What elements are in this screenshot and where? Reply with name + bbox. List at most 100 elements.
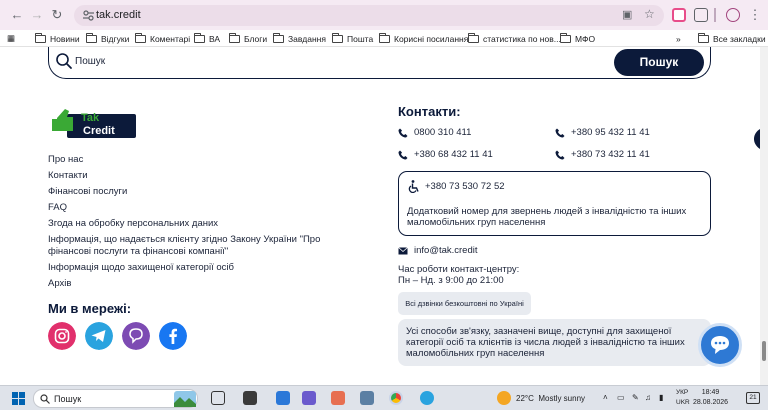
contacts-title: Контакти: — [398, 104, 461, 119]
folder-icon — [273, 32, 284, 43]
accessibility-note: Усі способи зв'язку, зазначені вище, дос… — [398, 319, 711, 366]
toolbar-divider — [714, 8, 716, 22]
email-contact[interactable]: info@tak.credit — [398, 245, 478, 256]
bookmark-mail[interactable]: Пошта — [332, 32, 373, 45]
phone-icon — [398, 128, 408, 137]
folder-icon — [194, 32, 205, 43]
bookmarks-bar: ▦ Новини Відгуки Коментарі ВА Блоги Завд… — [0, 30, 768, 47]
folder-icon — [379, 32, 390, 43]
network-icon[interactable]: ▭ — [617, 393, 625, 402]
address-bar[interactable]: tak.credit ▣ ☆ — [74, 5, 664, 26]
phone-4[interactable]: +380 73 432 11 41 — [555, 149, 650, 160]
reload-icon[interactable]: ↻ — [48, 6, 66, 24]
link-personal-data-consent[interactable]: Згода на обробку персональних даних — [48, 218, 348, 230]
forward-icon[interactable]: → — [28, 6, 46, 24]
bookmark-comments[interactable]: Коментарі — [135, 32, 190, 45]
extension-icon[interactable] — [672, 8, 686, 22]
weather-sun-icon — [497, 391, 511, 405]
telegram-icon[interactable] — [85, 322, 113, 350]
bookmark-news[interactable]: Новини — [35, 32, 80, 45]
accessible-phone[interactable]: +380 73 530 72 52 — [425, 181, 505, 192]
chrome-icon[interactable] — [389, 391, 403, 405]
all-bookmarks[interactable]: Все закладки — [698, 32, 766, 45]
phone-2[interactable]: +380 95 432 11 41 — [555, 127, 650, 138]
tray-chevron-icon[interactable]: ˄ — [603, 393, 608, 402]
search-input[interactable]: Пошук — [75, 56, 105, 67]
search-button[interactable]: Пошук — [614, 49, 704, 76]
taskbar-search-text: Пошук — [54, 394, 82, 404]
apps-grid-icon[interactable]: ▦ — [7, 32, 15, 45]
chat-widget-button[interactable] — [698, 323, 742, 367]
extensions-puzzle-icon[interactable] — [694, 8, 708, 22]
search-icon — [56, 53, 72, 69]
bookmark-tasks[interactable]: Завдання — [273, 32, 326, 45]
link-about[interactable]: Про нас — [48, 154, 348, 166]
bookmark-star-icon[interactable]: ☆ — [644, 7, 655, 21]
task-view-icon[interactable] — [211, 391, 225, 405]
bookmark-mfo[interactable]: МФО — [560, 32, 595, 45]
language-indicator[interactable]: УКР UKR — [676, 388, 690, 408]
link-faq[interactable]: FAQ — [48, 202, 348, 214]
site-search: Пошук Пошук — [48, 47, 711, 79]
url-text: tak.credit — [96, 9, 141, 21]
telegram-taskbar-icon[interactable] — [420, 391, 434, 405]
link-client-info-law[interactable]: Інформація, що надається клієнту згідно … — [48, 234, 348, 258]
link-protected-category-info[interactable]: Інформація щодо захищеної категорії осіб — [48, 262, 348, 274]
folder-icon — [86, 32, 97, 43]
link-contacts[interactable]: Контакти — [48, 170, 348, 182]
taskbar-search[interactable]: Пошук — [33, 389, 198, 408]
phone-icon — [555, 128, 565, 137]
accessibility-note-text: Усі способи зв'язку, зазначені вище, дос… — [406, 326, 685, 359]
phone-1[interactable]: 0800 310 411 — [398, 127, 471, 138]
bookmark-useful-links[interactable]: Корисні посилання — [379, 32, 468, 45]
battery-icon[interactable]: ▮ — [659, 393, 663, 402]
notification-badge[interactable]: 21 — [746, 392, 760, 404]
takcredit-logo[interactable]: Tak Credit — [51, 105, 136, 138]
link-financial-services[interactable]: Фінансові послуги — [48, 186, 348, 198]
logo-text-credit: Credit — [83, 125, 115, 137]
folder-icon — [229, 32, 240, 43]
notepad-icon[interactable] — [360, 391, 374, 405]
phone-icon — [555, 150, 565, 159]
bookmark-reviews[interactable]: Відгуки — [86, 32, 129, 45]
side-decor-shape — [753, 129, 760, 149]
accessible-description: Додатковий номер для звернень людей з ін… — [407, 206, 687, 228]
translate-icon[interactable]: ▣ — [622, 8, 632, 21]
working-hours: Час роботи контакт-центру: Пн – Нд. з 9:… — [398, 264, 519, 286]
page-scrollbar[interactable]: ▲ — [760, 47, 768, 385]
pen-icon[interactable]: ✎ — [632, 393, 639, 402]
bookmark-va[interactable]: ВА — [194, 32, 220, 45]
weather-widget[interactable]: 22°C Mostly sunny — [516, 394, 585, 403]
taskbar-clock[interactable]: 18:49 28.08.2026 — [693, 388, 728, 408]
social-title: Ми в мережі: — [48, 301, 132, 316]
copilot-icon[interactable] — [331, 391, 345, 405]
mail-app-icon[interactable] — [276, 391, 290, 405]
volume-icon[interactable]: ♫ — [645, 393, 651, 402]
profile-avatar-icon[interactable] — [726, 8, 740, 22]
folder-icon — [560, 32, 571, 43]
store-icon[interactable] — [243, 391, 257, 405]
wheelchair-icon — [408, 180, 419, 193]
viber-icon[interactable] — [122, 322, 150, 350]
folder-icon — [35, 32, 46, 43]
phone-3[interactable]: +380 68 432 11 41 — [398, 149, 493, 160]
more-bookmarks-icon[interactable]: » — [676, 32, 681, 45]
instagram-icon[interactable] — [48, 322, 76, 350]
mail-icon — [398, 246, 408, 254]
page-content: Пошук Пошук Tak Credit Про нас Контакти … — [0, 47, 768, 385]
phone-icon — [398, 150, 408, 159]
search-highlight-image — [174, 391, 196, 407]
menu-kebab-icon[interactable]: ⋮ — [746, 6, 764, 24]
folder-icon — [698, 32, 709, 43]
bookmark-blogs[interactable]: Блоги — [229, 32, 267, 45]
facebook-icon[interactable] — [159, 322, 187, 350]
logo-text-tak: Tak — [81, 112, 100, 124]
windows-start-icon[interactable] — [12, 392, 25, 405]
folder-icon — [468, 32, 479, 43]
site-info-icon[interactable] — [82, 9, 95, 22]
bookmark-stats[interactable]: статистика по нов... — [468, 32, 561, 45]
scrollbar-thumb[interactable] — [762, 341, 766, 361]
back-icon[interactable]: ← — [8, 6, 26, 24]
link-archive[interactable]: Архів — [48, 278, 348, 290]
app-icon[interactable] — [302, 391, 316, 405]
